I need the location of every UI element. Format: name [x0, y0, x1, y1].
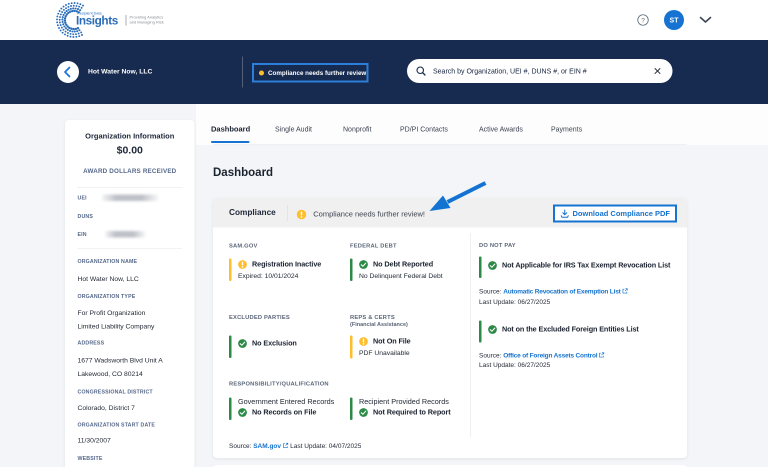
svg-text:?: ? [641, 17, 645, 24]
svg-text:Insights: Insights [76, 15, 119, 28]
